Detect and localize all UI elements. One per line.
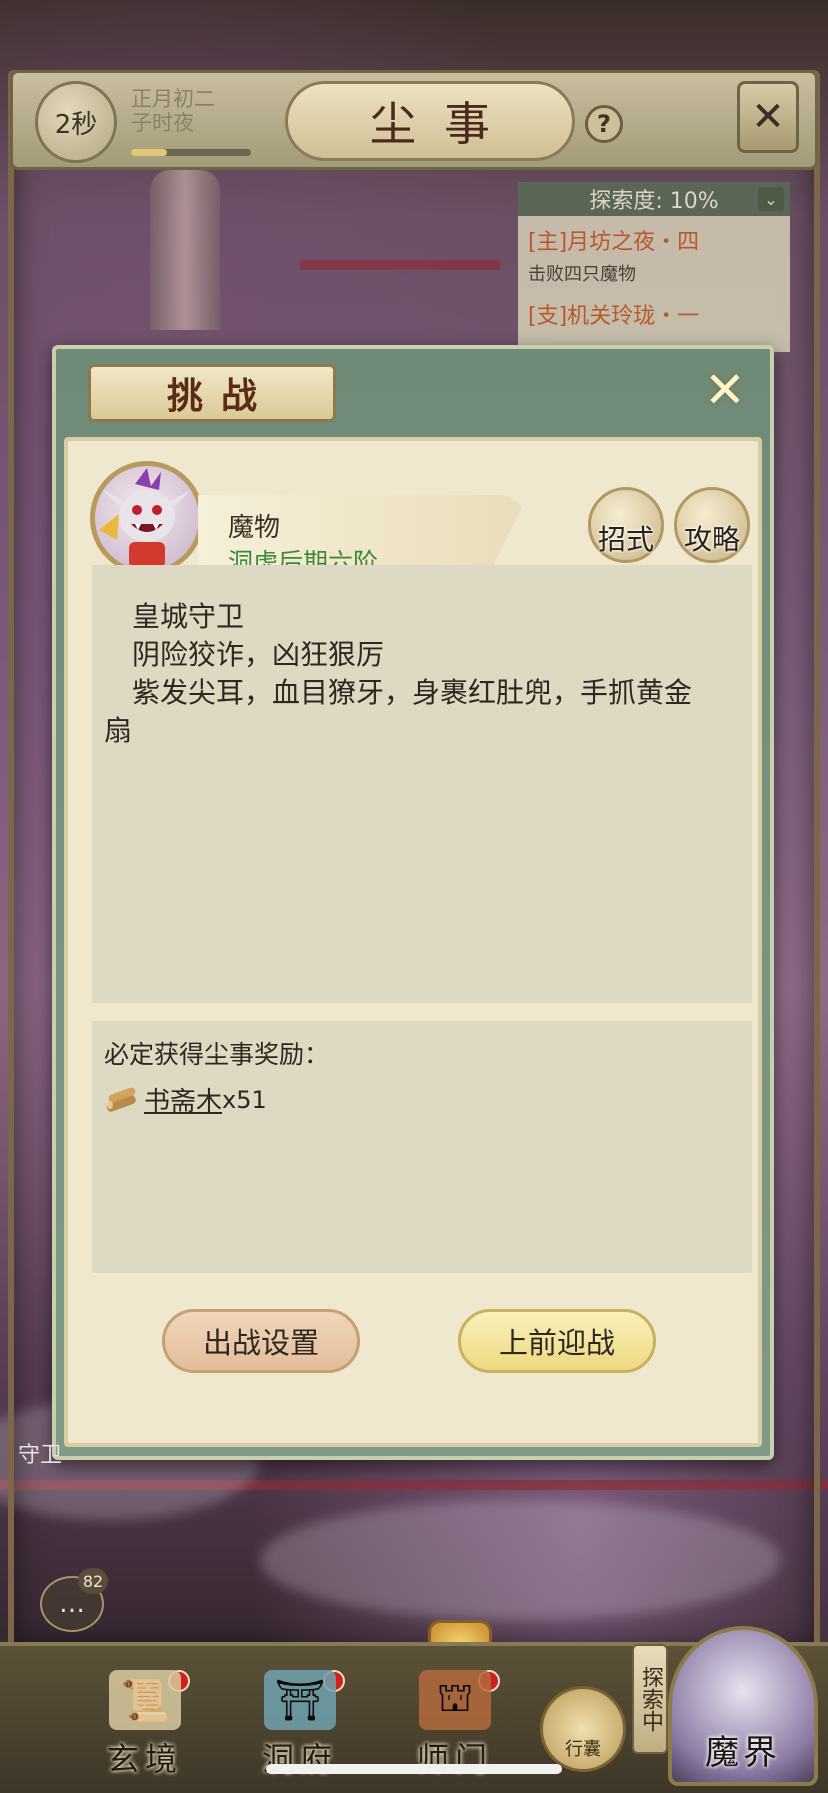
demon-world-button[interactable]: 魔界 — [668, 1626, 818, 1786]
pavilion-icon: ⛩ — [264, 1670, 336, 1730]
exploring-tag: 探索中 — [632, 1644, 668, 1754]
chat-icon: … — [59, 1589, 85, 1619]
description-line: 阴险狡诈，凶狂狠厉 — [104, 638, 385, 671]
reward-title: 必定获得尘事奖励： — [104, 1040, 330, 1069]
monster-avatar — [90, 461, 204, 575]
date-line: 正月初二 — [131, 87, 215, 111]
time-progress-fill — [131, 149, 167, 156]
time-line: 子时夜 — [131, 111, 194, 135]
side-quest[interactable]: [支]机关玲珑・一 — [528, 298, 780, 330]
reward-item-name[interactable]: 书斋木 — [144, 1081, 222, 1118]
monster-description: 皇城守卫 阴险狡诈，凶狂狠厉 紫发尖耳，血目獠牙，身裹红肚兜，手抓黄金 扇 — [92, 565, 752, 1003]
close-icon[interactable]: ✕ — [737, 81, 799, 153]
exploration-header: 探索度: 10% ⌄ — [518, 182, 790, 216]
wood-icon — [106, 1087, 136, 1112]
main-quest-desc: 击败四只魔物 — [528, 264, 636, 285]
fight-button[interactable]: 上前迎战 — [458, 1309, 656, 1373]
top-bar: 2秒 正月初二 子时夜 尘事 ? ✕ — [10, 70, 818, 170]
nav-item-xuanjing[interactable]: 📜 玄境 — [90, 1670, 200, 1780]
reward-item[interactable]: 书斋木 x51 — [104, 1081, 267, 1118]
bag-button[interactable]: 行囊 — [540, 1686, 626, 1772]
main-quest[interactable]: [主]月坊之夜・四 — [528, 224, 780, 256]
scene-guard-label: 守卫 — [18, 1443, 63, 1468]
moves-button[interactable]: 招式 — [588, 487, 664, 563]
reward-panel: 必定获得尘事奖励： 书斋木 x51 — [92, 1021, 752, 1273]
time-progress — [131, 149, 251, 156]
nav-label: 玄境 — [106, 1740, 183, 1778]
challenge-dialog: 挑战 ✕ 魔物 洞虚后期六阶 招式 攻略 皇城守卫 阴险狡诈，凶狂狠厉 紫发尖耳… — [52, 345, 774, 1460]
dialog-title: 挑战 — [88, 364, 336, 422]
dialog-content: 魔物 洞虚后期六阶 招式 攻略 皇城守卫 阴险狡诈，凶狂狠厉 紫发尖耳，血目獠牙… — [64, 437, 762, 1447]
battle-settings-button[interactable]: 出战设置 — [162, 1309, 360, 1373]
monster-name: 魔物 — [228, 513, 281, 543]
quest-tracker[interactable]: 探索度: 10% ⌄ [主]月坊之夜・四 击败四只魔物 [支]机关玲珑・一 — [518, 182, 790, 352]
reward-item-qty: x51 — [222, 1085, 267, 1114]
description-line: 扇 — [104, 714, 133, 747]
exploration-label: 探索度: 10% — [589, 189, 719, 214]
page-title: 尘事 — [285, 81, 575, 161]
description-line: 紫发尖耳，血目獠牙，身裹红肚兜，手抓黄金 — [104, 676, 693, 709]
game-date: 正月初二 子时夜 — [131, 87, 261, 135]
chat-count-badge: 82 — [78, 1568, 108, 1594]
moves-label: 招式 — [597, 523, 654, 556]
timer-badge: 2秒 — [35, 81, 117, 163]
chevron-down-icon[interactable]: ⌄ — [758, 187, 784, 211]
description-line: 皇城守卫 — [104, 600, 245, 633]
demon-world-label: 魔界 — [705, 1733, 781, 1773]
question-icon[interactable]: ? — [585, 105, 623, 143]
monster-portrait-icon — [99, 468, 191, 568]
scroll-icon: 📜 — [109, 1670, 181, 1730]
close-icon[interactable]: ✕ — [696, 361, 754, 419]
home-indicator[interactable] — [266, 1764, 562, 1774]
quest-list: [主]月坊之夜・四 击败四只魔物 [支]机关玲珑・一 — [518, 216, 790, 352]
guide-button[interactable]: 攻略 — [674, 487, 750, 563]
guide-label: 攻略 — [683, 523, 740, 556]
gate-icon: ⛫ — [419, 1670, 491, 1730]
bag-label: 行囊 — [565, 1739, 601, 1760]
